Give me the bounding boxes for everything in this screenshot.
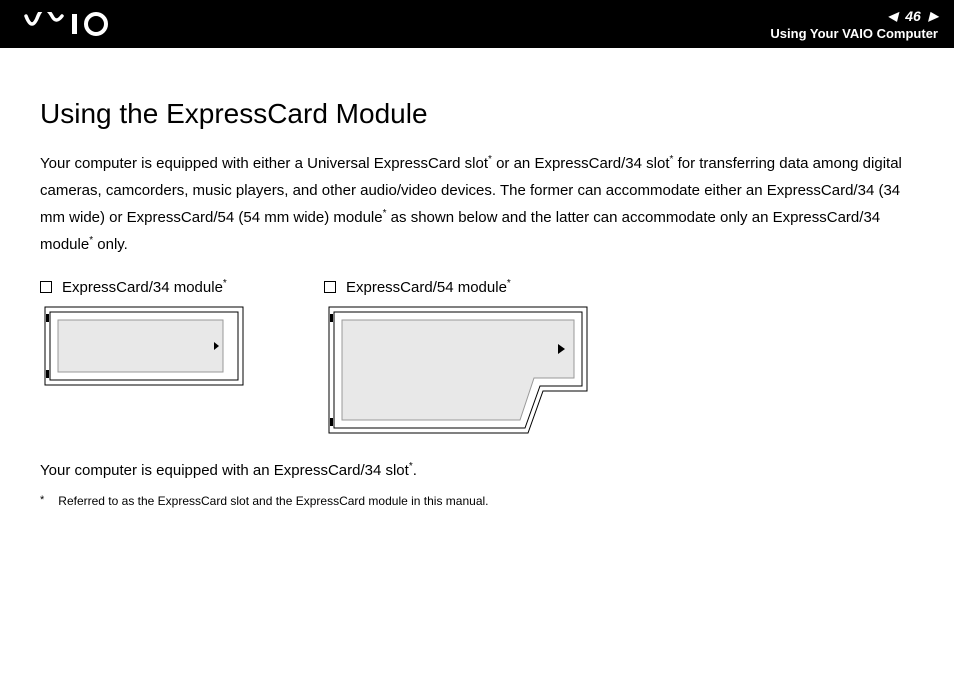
module-54-text: ExpressCard/54 module: [346, 279, 507, 296]
intro-text-5: only.: [93, 236, 128, 253]
prev-arrow-icon[interactable]: ◀: [888, 9, 897, 23]
next-arrow-icon[interactable]: ▶: [929, 9, 938, 23]
vaio-logo: [24, 12, 134, 36]
bullet-box-icon: [40, 281, 52, 293]
module-34-text: ExpressCard/34 module: [62, 279, 223, 296]
intro-text-1: Your computer is equipped with either a …: [40, 155, 488, 172]
page-navigation: ◀ 46 ▶ Using Your VAIO Computer: [770, 8, 938, 41]
second-para-text-1: Your computer is equipped with an Expres…: [40, 462, 409, 479]
page-number: 46: [905, 8, 921, 24]
intro-text-2: or an ExpressCard/34 slot: [492, 155, 670, 172]
asterisk-icon: *: [223, 278, 227, 289]
module-54-label: ExpressCard/54 module*: [324, 278, 588, 296]
asterisk-icon: *: [507, 278, 511, 289]
module-34-block: ExpressCard/34 module*: [40, 278, 244, 439]
expresscard-54-diagram: [328, 306, 588, 439]
section-label: Using Your VAIO Computer: [770, 26, 938, 41]
second-para-text-2: .: [413, 462, 417, 479]
page-indicator: ◀ 46 ▶: [888, 8, 938, 24]
page-title: Using the ExpressCard Module: [40, 98, 914, 130]
intro-paragraph: Your computer is equipped with either a …: [40, 150, 914, 258]
second-paragraph: Your computer is equipped with an Expres…: [40, 457, 914, 484]
modules-row: ExpressCard/34 module* ExpressCard/54 mo: [40, 278, 914, 439]
footnote: * Referred to as the ExpressCard slot an…: [40, 494, 914, 508]
footnote-text: Referred to as the ExpressCard slot and …: [58, 494, 488, 508]
header-bar: ◀ 46 ▶ Using Your VAIO Computer: [0, 0, 954, 48]
bullet-box-icon: [324, 281, 336, 293]
page-content: Using the ExpressCard Module Your comput…: [0, 48, 954, 528]
module-34-label: ExpressCard/34 module*: [40, 278, 244, 296]
module-54-block: ExpressCard/54 module*: [324, 278, 588, 439]
footnote-mark: *: [40, 494, 44, 508]
expresscard-34-diagram: [44, 306, 244, 391]
